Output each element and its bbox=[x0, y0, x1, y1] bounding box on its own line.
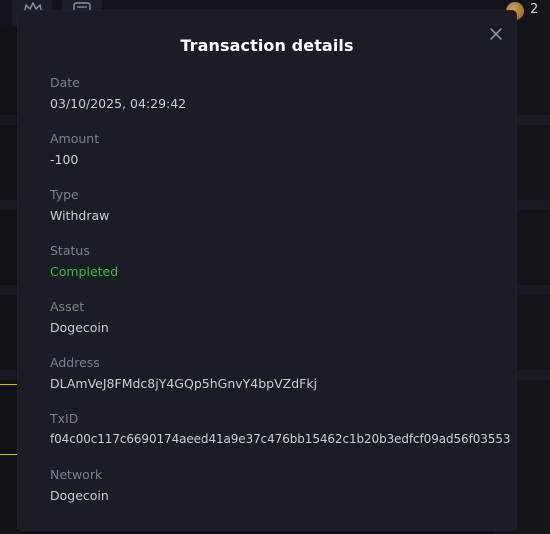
background-row bbox=[0, 285, 18, 295]
field-status: Status Completed bbox=[50, 243, 118, 280]
txid-value[interactable]: f04c00c117c6690174aeed41a9e37c476bb15462… bbox=[50, 431, 510, 448]
field-value: -100 bbox=[50, 152, 79, 167]
field-date: Date 03/10/2025, 04:29:42 bbox=[50, 75, 186, 112]
background-row bbox=[516, 370, 550, 380]
field-txid: TxID f04c00c117c6690174aeed41a9e37c476bb… bbox=[50, 411, 510, 448]
field-network: Network Dogecoin bbox=[50, 467, 109, 504]
background-row bbox=[0, 200, 18, 210]
field-address: Address DLAmVeJ8FMdc8jY4GQp5hGnvY4bpVZdF… bbox=[50, 355, 317, 392]
field-label: Address bbox=[50, 355, 100, 370]
balance-amount: 2 bbox=[530, 2, 539, 17]
background-accent-line bbox=[0, 384, 18, 385]
field-value: Withdraw bbox=[50, 208, 110, 223]
background-row bbox=[0, 115, 18, 125]
field-value: 03/10/2025, 04:29:42 bbox=[50, 96, 187, 111]
field-label: Date bbox=[50, 75, 80, 90]
field-label: Status bbox=[50, 243, 90, 258]
transaction-details-modal: Transaction details Date 03/10/2025, 04:… bbox=[18, 11, 516, 530]
modal-title: Transaction details bbox=[180, 36, 354, 55]
close-icon bbox=[490, 28, 502, 40]
background-row bbox=[516, 285, 550, 295]
background-row bbox=[516, 115, 550, 125]
background-accent-line bbox=[0, 454, 18, 455]
field-label: Type bbox=[50, 187, 79, 202]
field-label: Asset bbox=[50, 299, 85, 314]
field-type: Type Withdraw bbox=[50, 187, 109, 224]
status-value: Completed bbox=[50, 264, 119, 279]
background-row bbox=[0, 370, 18, 380]
field-value: Dogecoin bbox=[50, 320, 109, 335]
background-row bbox=[516, 200, 550, 210]
field-label: Network bbox=[50, 467, 103, 482]
field-asset: Asset Dogecoin bbox=[50, 299, 109, 336]
field-value: Dogecoin bbox=[50, 488, 109, 503]
field-label: Amount bbox=[50, 131, 100, 146]
field-label: TxID bbox=[50, 411, 79, 426]
field-amount: Amount -100 bbox=[50, 131, 99, 168]
address-value[interactable]: DLAmVeJ8FMdc8jY4GQp5hGnvY4bpVZdFkj bbox=[50, 375, 317, 392]
close-button[interactable] bbox=[486, 24, 506, 44]
